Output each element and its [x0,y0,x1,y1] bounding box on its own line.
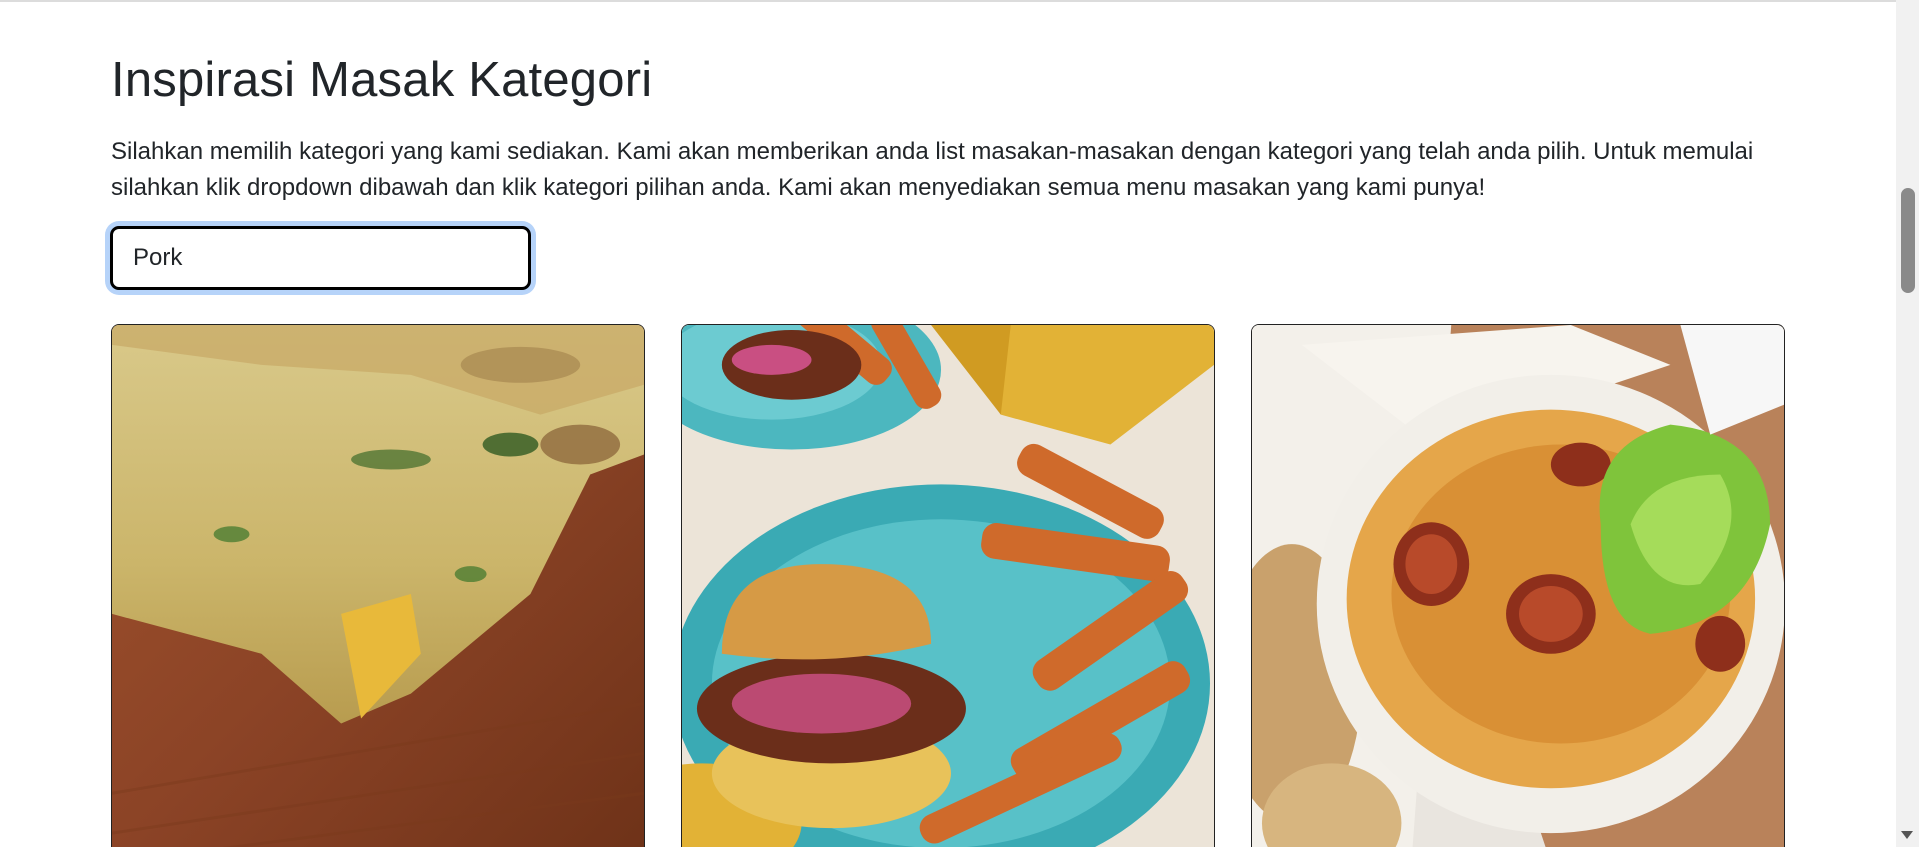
recipe-image-sauerkraut[interactable] [1252,325,1784,847]
scroll-down-arrow-icon[interactable] [1901,831,1913,839]
recipe-card[interactable] [681,324,1215,847]
scrollbar-thumb[interactable] [1901,188,1915,293]
recipe-image-burger[interactable] [682,325,1214,847]
recipe-image-frittata[interactable] [112,325,644,847]
page-content: Inspirasi Masak Kategori Silahkan memili… [0,0,1896,847]
recipe-card-grid [111,324,1786,847]
recipe-card[interactable] [1251,324,1785,847]
category-dropdown-value: Pork [133,244,183,271]
category-dropdown[interactable]: Pork [110,226,531,290]
page-title: Inspirasi Masak Kategori [111,53,653,107]
top-divider [0,0,1896,2]
recipe-card[interactable] [111,324,645,847]
vertical-scrollbar[interactable] [1896,0,1919,847]
page-description: Silahkan memilih kategori yang kami sedi… [111,138,1754,201]
